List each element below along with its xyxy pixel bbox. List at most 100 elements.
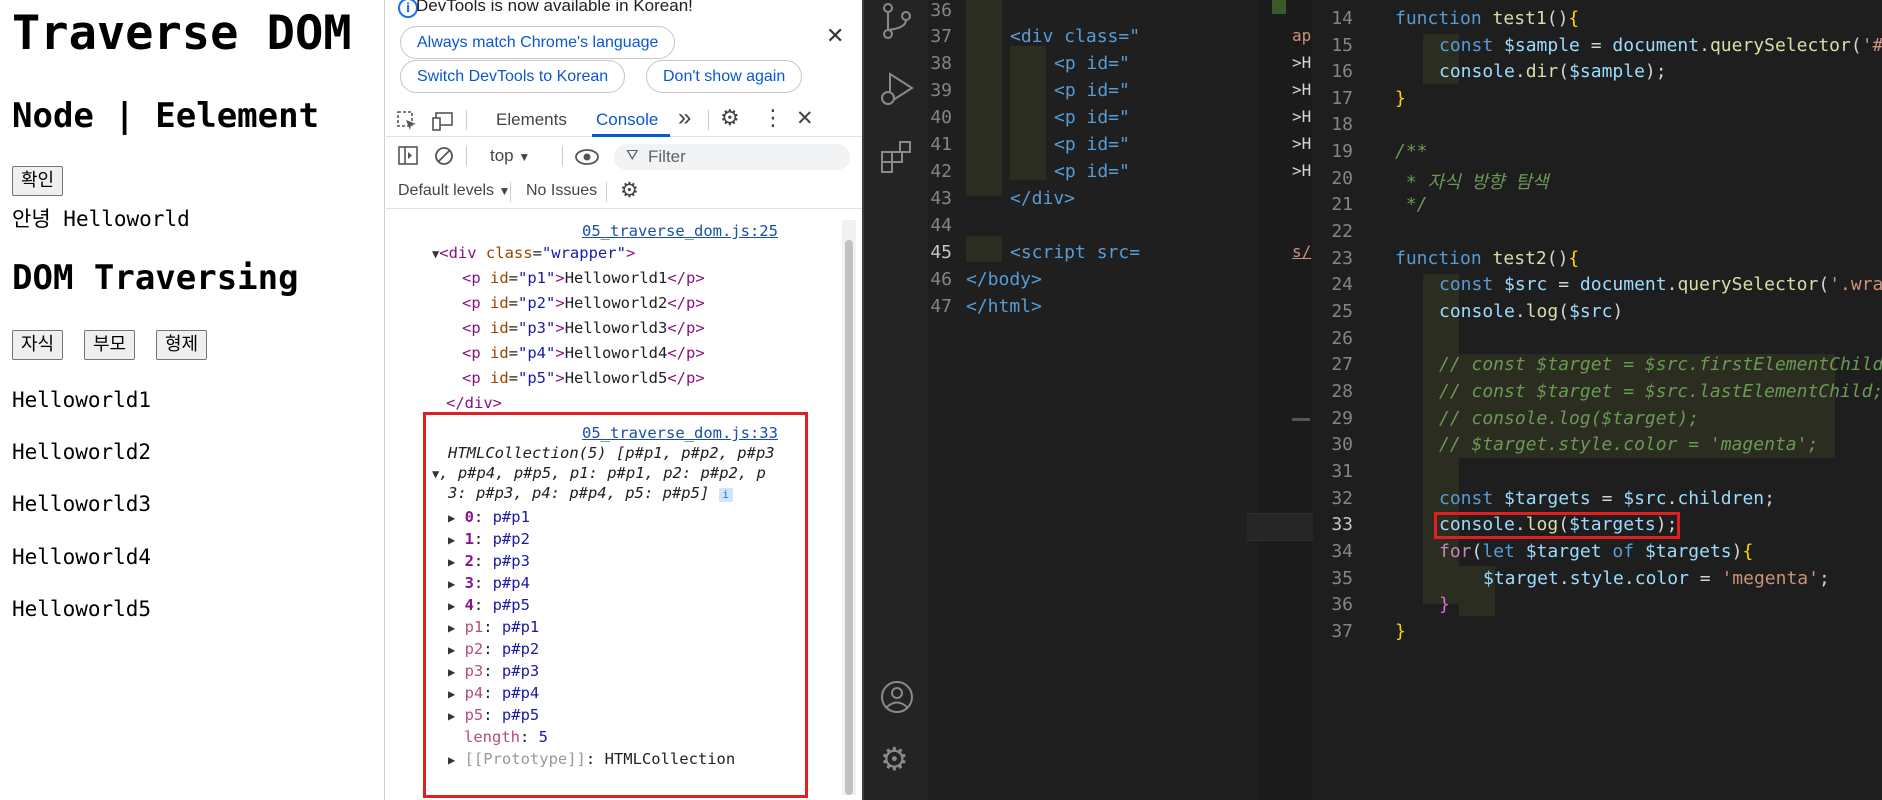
run-debug-icon[interactable] <box>878 70 916 108</box>
console-scrollbar-thumb[interactable] <box>845 240 853 795</box>
log1-p1-id: "p1" <box>518 269 556 287</box>
dont-show-again-button[interactable]: Don't show again <box>646 60 803 93</box>
close-devtools-icon[interactable]: ✕ <box>796 106 814 130</box>
code-line-14: function test1(){ <box>1395 8 1580 29</box>
context-selector[interactable]: top ▼ <box>490 146 530 166</box>
no-issues-button[interactable]: No Issues <box>526 182 597 200</box>
log1-p4: <p id="p4">Helloworld4</p> <box>462 344 705 362</box>
code-fragment-39: >H <box>1292 80 1312 99</box>
log1-div-open[interactable]: ▼<div class="wrapper"> <box>432 244 635 262</box>
switch-to-korean-button[interactable]: Switch DevTools to Korean <box>400 60 626 93</box>
code-line-16: console.dir($sample); <box>1439 61 1667 82</box>
confirm-button[interactable]: 확인 <box>12 166 64 196</box>
code-line-15: const $sample = document.querySelector('… <box>1439 35 1882 56</box>
code-line-40: <p id=" <box>1054 107 1130 128</box>
line-number: 28 <box>1331 381 1353 402</box>
clear-console-icon[interactable] <box>434 146 456 168</box>
line-number: 17 <box>1331 88 1353 109</box>
code-line-45: <script src= <box>1010 242 1141 263</box>
line-number: 37 <box>930 26 952 47</box>
code-fragment-37: ap <box>1292 26 1312 45</box>
active-tab-indicator <box>592 134 670 137</box>
log1-class-attr: class <box>485 244 533 262</box>
minimap-slider <box>1292 418 1310 421</box>
live-expression-eye-icon[interactable] <box>574 148 600 166</box>
accounts-icon[interactable] <box>880 680 916 716</box>
source-control-icon[interactable] <box>880 2 914 40</box>
code-line-42: <p id=" <box>1054 161 1130 182</box>
close-infobar-icon[interactable]: ✕ <box>826 24 844 49</box>
code-line-43: </div> <box>1010 188 1076 209</box>
code-line-28: // const $target = $src.lastElementChild… <box>1439 381 1882 402</box>
line-number: 47 <box>930 296 952 317</box>
line-number: 46 <box>930 269 952 290</box>
code-fragment-45: s/ <box>1292 242 1312 261</box>
log1-p3-text: Helloworld3 <box>564 319 668 337</box>
code-line-38: <p id=" <box>1054 53 1130 74</box>
page-title: Traverse DOM <box>12 6 352 61</box>
log1-p2-text: Helloworld2 <box>564 294 668 312</box>
code-line-21: */ <box>1395 194 1428 215</box>
line-number-current: 45 <box>930 242 952 263</box>
line-number: 36 <box>930 0 952 21</box>
editor-split-divider[interactable]: ap >H >H >H >H >H s/ <box>1258 0 1313 800</box>
line-number: 20 <box>1331 168 1353 189</box>
minimap-marker <box>1272 0 1286 14</box>
code-fragment-40: >H <box>1292 107 1312 126</box>
context-value: top <box>490 146 514 165</box>
log1-div-tag: div <box>448 244 477 262</box>
always-match-language-button[interactable]: Always match Chrome's language <box>400 26 676 59</box>
dom-traversing-heading: DOM Traversing <box>12 258 299 298</box>
more-tabs-icon[interactable]: » <box>678 104 691 132</box>
editor-js-pane[interactable]: 14 15 16 17 18 19 20 21 22 23 24 25 26 2… <box>1313 0 1882 800</box>
more-options-icon[interactable]: ⋮ <box>762 106 784 131</box>
code-line-37: } <box>1395 621 1406 642</box>
line-number: 15 <box>1331 35 1353 56</box>
line-number: 23 <box>1331 248 1353 269</box>
code-line-19: /** <box>1395 141 1428 162</box>
code-line-46: </body> <box>966 269 1042 290</box>
sibling-button[interactable]: 형제 <box>156 330 208 360</box>
line-number: 19 <box>1331 141 1353 162</box>
filter-input[interactable]: ⛛ Filter <box>614 144 850 170</box>
code-line-20: * 자식 방향 탐색 <box>1395 172 1549 193</box>
default-levels-label: Default levels <box>398 182 495 199</box>
line-number-current: 33 <box>1331 514 1353 535</box>
code-line-25: console.log($src) <box>1439 301 1624 322</box>
console-settings-gear-icon[interactable]: ⚙ <box>620 178 639 202</box>
line-number: 35 <box>1331 568 1353 589</box>
log1-p2: <p id="p2">Helloworld2</p> <box>462 294 705 312</box>
manage-gear-icon[interactable]: ⚙ <box>880 740 909 778</box>
code-line-34: for(let $target of $targets){ <box>1439 541 1754 562</box>
default-levels-dropdown[interactable]: Default levels ▼ <box>398 182 510 200</box>
highlight-box-console-log <box>423 412 808 798</box>
line-number: 34 <box>1331 541 1353 562</box>
device-toolbar-icon[interactable] <box>432 110 456 132</box>
paragraph-p3: Helloworld3 <box>12 492 152 516</box>
line-number: 14 <box>1331 8 1353 29</box>
paragraph-p5: Helloworld5 <box>12 597 152 621</box>
log1-p5-id: "p5" <box>518 369 556 387</box>
parent-button[interactable]: 부모 <box>84 330 136 360</box>
log1-p1-text: Helloworld1 <box>564 269 668 287</box>
log1-p3-id: "p3" <box>518 319 556 337</box>
log1-source-link[interactable]: 05_traverse_dom.js:25 <box>582 222 778 240</box>
inspect-element-icon[interactable] <box>396 110 418 132</box>
code-line-27: // const $target = $src.firstElementChil… <box>1439 354 1882 375</box>
code-line-37: <div class=" <box>1010 26 1141 47</box>
child-button[interactable]: 자식 <box>12 330 64 360</box>
code-fragment-38: >H <box>1292 53 1312 72</box>
editor-html-pane[interactable]: 36 37 38 39 40 41 42 43 44 45 46 47 <div… <box>928 0 1258 800</box>
sidebar-toggle-icon[interactable] <box>398 146 420 166</box>
levels-dropdown-arrow-icon: ▼ <box>498 184 511 198</box>
settings-gear-icon[interactable]: ⚙ <box>720 106 740 131</box>
code-fragment-41: >H <box>1292 134 1312 153</box>
log1-p4-text: Helloworld4 <box>564 344 668 362</box>
tab-elements[interactable]: Elements <box>496 110 567 130</box>
line-number: 25 <box>1331 301 1353 322</box>
extensions-icon[interactable] <box>880 140 916 176</box>
log1-p4-id: "p4" <box>518 344 556 362</box>
tab-console[interactable]: Console <box>596 110 658 130</box>
node-element-heading: Node | Eelement <box>12 96 320 136</box>
line-number: 29 <box>1331 408 1353 429</box>
